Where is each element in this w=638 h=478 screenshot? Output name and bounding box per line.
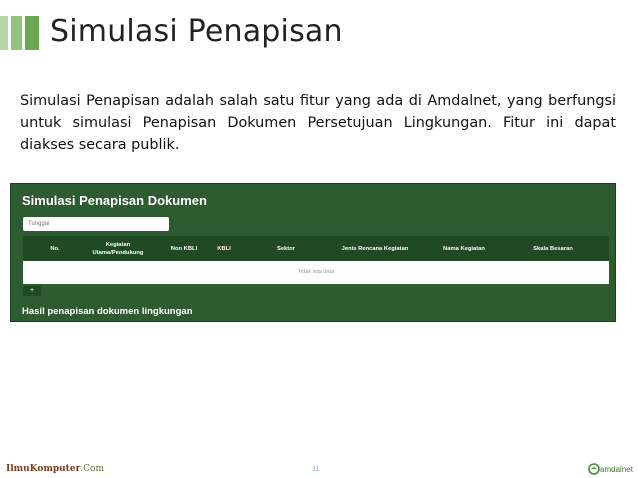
column-header-kegiatan: Kegiatan Utama/Pendukung (92, 241, 144, 256)
column-header-sektor: Sektor (276, 245, 296, 252)
column-header-no: No. (50, 245, 60, 252)
table-header: No. Kegiatan Utama/Pendukung Non KBLI KB… (23, 236, 609, 261)
slide-title: Simulasi Penapisan (50, 14, 343, 49)
type-select[interactable]: Tunggal (23, 217, 169, 231)
slide-description: Simulasi Penapisan adalah salah satu fit… (20, 93, 616, 153)
empty-table-message: Tidak ada data (297, 269, 335, 275)
column-header-non-kbli: Non KBLI (170, 245, 198, 252)
logo-text: amdalnet (600, 465, 634, 474)
column-header-kbli: KBLI (217, 245, 231, 252)
panel-title: Simulasi Penapisan Dokumen (22, 193, 207, 208)
accent-bar-1 (0, 16, 8, 50)
table-body: Tidak ada data (23, 261, 609, 284)
accent-bar-3 (25, 16, 39, 50)
accent-bar-2 (11, 16, 22, 50)
amdalnet-logo: amdalnet (588, 463, 634, 475)
add-row-button[interactable]: + (23, 286, 41, 296)
column-header-jenis-rencana: Jenis Rencana Kegiatan (341, 245, 409, 252)
column-header-nama-kegiatan: Nama Kegiatan (443, 245, 485, 252)
screening-panel: Simulasi Penapisan Dokumen Tunggal No. K… (10, 183, 616, 322)
result-section-title: Hasil penapisan dokumen lingkungan (22, 306, 193, 317)
footer-brand: IlmuKomputer.Com (6, 464, 104, 474)
footer-brand-sub: .Com (80, 464, 105, 474)
column-header-skala: Skala Besaran (533, 245, 573, 252)
footer-brand-main: IlmuKomputer (6, 464, 81, 474)
page-number: 11 (312, 466, 320, 473)
